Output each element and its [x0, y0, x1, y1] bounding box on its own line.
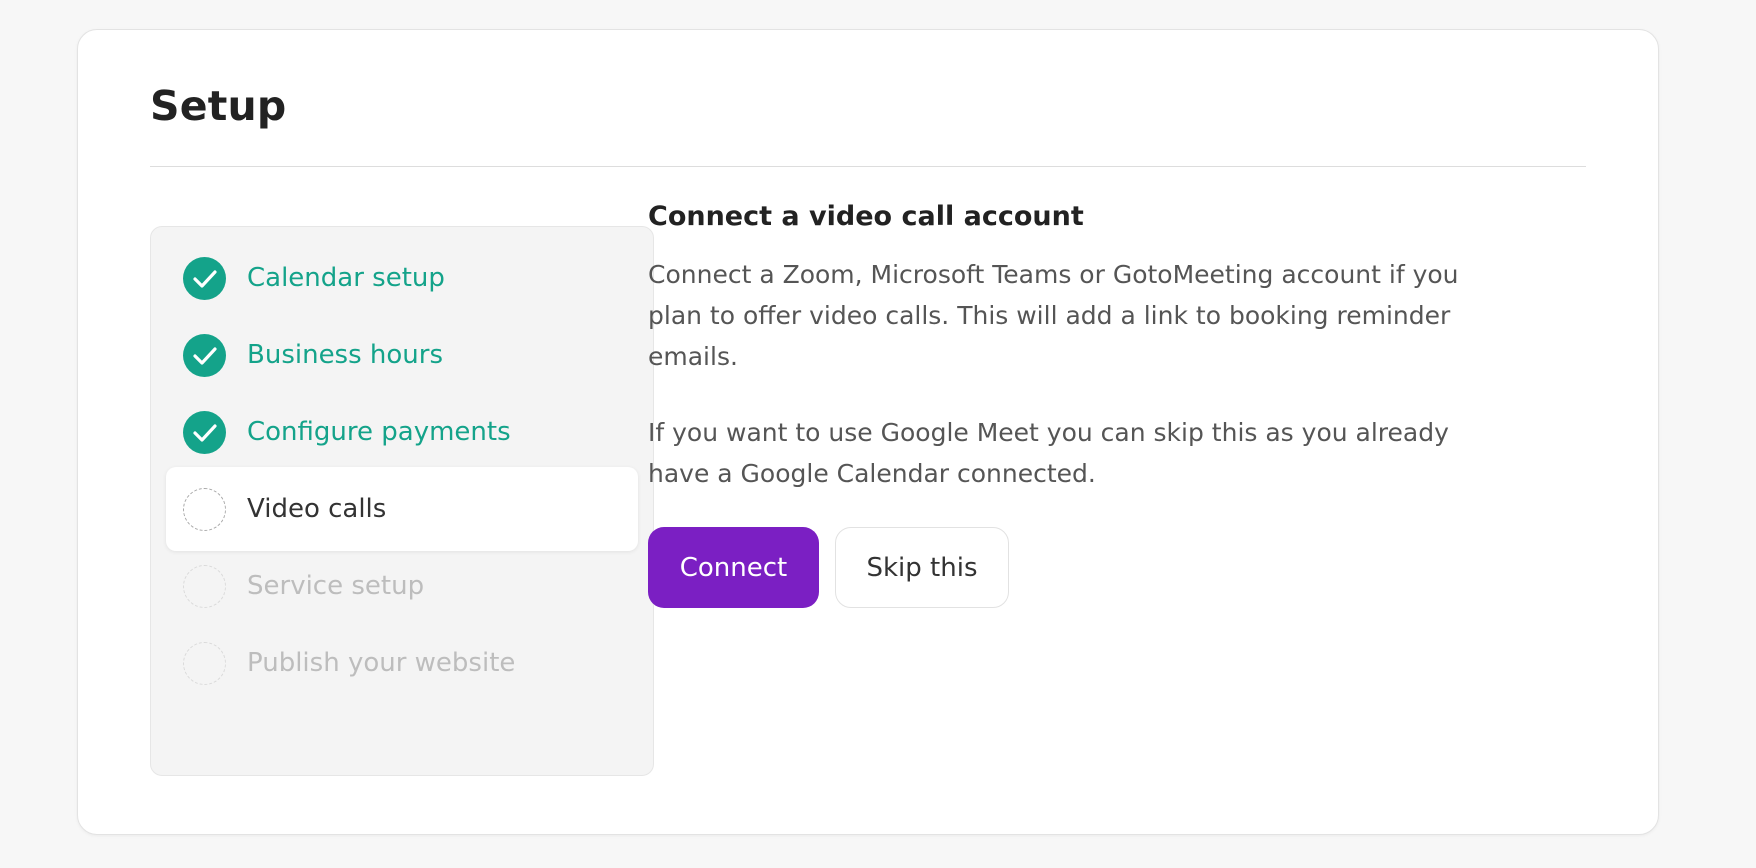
- dashed-circle-icon: [183, 642, 226, 685]
- step-label: Business hours: [247, 340, 444, 370]
- check-circle-icon: [183, 334, 226, 377]
- step-configure-payments[interactable]: Configure payments: [166, 390, 638, 474]
- step-label: Calendar setup: [247, 263, 445, 293]
- step-service-setup[interactable]: Service setup: [166, 544, 638, 628]
- step-video-calls[interactable]: Video calls: [166, 467, 638, 551]
- step-label: Video calls: [247, 494, 387, 524]
- connect-button[interactable]: Connect: [648, 527, 819, 608]
- step-publish-website[interactable]: Publish your website: [166, 621, 638, 705]
- step-content: Connect a video call account Connect a Z…: [648, 200, 1508, 494]
- step-label: Service setup: [247, 571, 425, 601]
- step-label: Publish your website: [247, 648, 516, 678]
- page-title: Setup: [150, 82, 287, 130]
- dashed-circle-icon: [183, 565, 226, 608]
- content-note: If you want to use Google Meet you can s…: [648, 418, 1449, 488]
- step-calendar-setup[interactable]: Calendar setup: [166, 236, 638, 320]
- skip-button[interactable]: Skip this: [835, 527, 1009, 608]
- content-description: Connect a Zoom, Microsoft Teams or GotoM…: [648, 260, 1459, 371]
- check-circle-icon: [183, 411, 226, 454]
- step-label: Configure payments: [247, 417, 511, 447]
- check-circle-icon: [183, 257, 226, 300]
- action-buttons: Connect Skip this: [648, 527, 1009, 608]
- steps-panel: Calendar setup Business hours Configure …: [150, 226, 654, 776]
- title-divider: [150, 166, 1586, 167]
- content-heading: Connect a video call account: [648, 201, 1084, 232]
- step-business-hours[interactable]: Business hours: [166, 313, 638, 397]
- dashed-circle-icon: [183, 488, 226, 531]
